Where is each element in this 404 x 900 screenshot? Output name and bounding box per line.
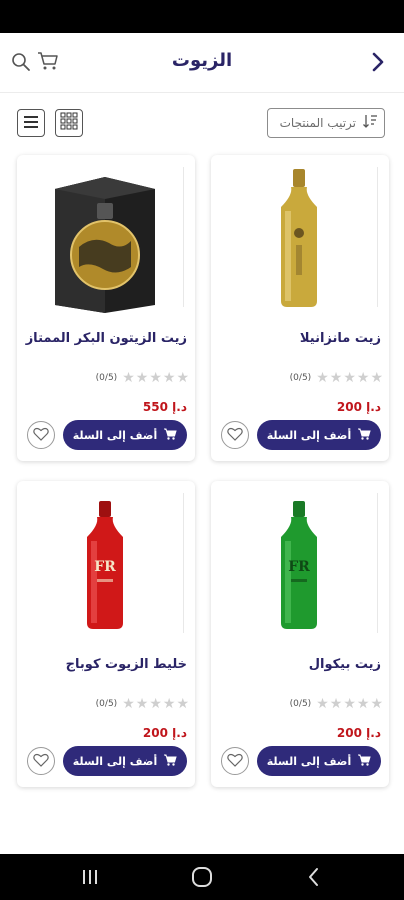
add-to-cart-button[interactable]: أضف إلى السلة xyxy=(257,746,381,776)
cart-icon xyxy=(357,427,371,444)
star-icon: ★ xyxy=(135,370,149,386)
chevron-right-icon[interactable] xyxy=(366,49,390,75)
star-icon: ★ xyxy=(343,696,356,712)
rating-count: (0/5) xyxy=(95,373,118,383)
product-name[interactable]: خليط الزيوت كوباج xyxy=(23,657,187,672)
grid-view-button[interactable] xyxy=(55,109,83,137)
cart-icon xyxy=(163,427,177,444)
product-name[interactable]: زيت مانزانيلا xyxy=(217,331,381,346)
add-to-cart-label: أضف إلى السلة xyxy=(266,428,352,442)
star-icon: ★ xyxy=(176,370,189,386)
status-bar xyxy=(0,0,404,33)
add-to-cart-label: أضف إلى السلة xyxy=(266,754,352,768)
sort-icon xyxy=(362,113,378,133)
product-card[interactable]: FR خليط الزيوت كوباج (0/5) ★ ★ ★ ★ ★ 200 د.إ… xyxy=(17,481,195,787)
rating: (0/5) ★ ★ ★ ★ ★ xyxy=(21,370,189,386)
wishlist-button[interactable] xyxy=(27,421,55,449)
star-icon: ★ xyxy=(135,696,149,712)
star-icon: ★ xyxy=(176,696,189,712)
wishlist-button[interactable] xyxy=(27,747,55,775)
system-nav-bar xyxy=(0,854,404,900)
recent-apps-icon[interactable] xyxy=(78,866,102,888)
cart-icon xyxy=(357,753,371,770)
cart-icon xyxy=(163,753,177,770)
rating: (0/5) ★ ★ ★ ★ ★ xyxy=(21,696,189,712)
star-icon: ★ xyxy=(316,370,329,386)
product-image[interactable]: FR xyxy=(17,481,195,641)
star-icon: ★ xyxy=(149,696,162,712)
star-icon: ★ xyxy=(343,370,356,386)
rating-count: (0/5) xyxy=(289,373,312,383)
list-view-button[interactable] xyxy=(17,109,45,137)
wishlist-button[interactable] xyxy=(221,421,249,449)
grid-view-icon xyxy=(60,112,78,134)
add-to-cart-button[interactable]: أضف إلى السلة xyxy=(63,420,187,450)
product-card[interactable]: FR زيت بيكوال (0/5) ★ ★ ★ ★ ★ 200 د.إ أضف إل… xyxy=(211,481,389,787)
product-image[interactable] xyxy=(17,155,195,315)
list-view-icon xyxy=(23,114,39,133)
product-card[interactable]: زيت الزيتون البكر الممتاز (0/5) ★ ★ ★ ★ ★ 55… xyxy=(17,155,195,461)
product-price: 550 د.إ xyxy=(142,400,187,414)
sort-label: ترتيب المنتجات xyxy=(279,116,356,130)
product-price: 200 د.إ xyxy=(142,726,187,740)
heart-icon xyxy=(227,752,243,771)
product-name[interactable]: زيت الزيتون البكر الممتاز xyxy=(23,331,187,346)
rating: (0/5) ★ ★ ★ ★ ★ xyxy=(215,370,383,386)
product-price: 200 د.إ xyxy=(336,400,381,414)
star-icon: ★ xyxy=(356,696,370,712)
svg-text:FR: FR xyxy=(94,559,116,575)
star-icon: ★ xyxy=(316,696,329,712)
star-icon: ★ xyxy=(149,370,162,386)
product-price: 200 د.إ xyxy=(336,726,381,740)
app-header: الزيوت xyxy=(0,33,404,93)
heart-icon xyxy=(227,426,243,445)
star-icon: ★ xyxy=(370,696,383,712)
add-to-cart-label: أضف إلى السلة xyxy=(72,428,158,442)
star-icon: ★ xyxy=(162,696,176,712)
product-toolbar: ترتيب المنتجات xyxy=(0,93,404,155)
rating: (0/5) ★ ★ ★ ★ ★ xyxy=(215,696,383,712)
product-card[interactable]: زيت مانزانيلا (0/5) ★ ★ ★ ★ ★ 200 د.إ أضف إل… xyxy=(211,155,389,461)
star-icon: ★ xyxy=(356,370,370,386)
product-image[interactable] xyxy=(211,155,389,315)
star-icon: ★ xyxy=(122,370,135,386)
heart-icon xyxy=(33,426,49,445)
star-icon: ★ xyxy=(329,370,343,386)
back-icon[interactable] xyxy=(302,866,326,888)
wishlist-button[interactable] xyxy=(221,747,249,775)
star-icon: ★ xyxy=(122,696,135,712)
product-name[interactable]: زيت بيكوال xyxy=(217,657,381,672)
add-to-cart-label: أضف إلى السلة xyxy=(72,754,158,768)
star-icon: ★ xyxy=(329,696,343,712)
rating-count: (0/5) xyxy=(95,699,118,709)
svg-text:FR: FR xyxy=(288,559,310,575)
page-title: الزيوت xyxy=(171,50,233,71)
product-image[interactable]: FR xyxy=(211,481,389,641)
star-icon: ★ xyxy=(370,370,383,386)
add-to-cart-button[interactable]: أضف إلى السلة xyxy=(257,420,381,450)
rating-count: (0/5) xyxy=(289,699,312,709)
heart-icon xyxy=(33,752,49,771)
add-to-cart-button[interactable]: أضف إلى السلة xyxy=(63,746,187,776)
star-icon: ★ xyxy=(162,370,176,386)
sort-button[interactable]: ترتيب المنتجات xyxy=(267,108,385,138)
home-icon[interactable] xyxy=(190,866,214,888)
